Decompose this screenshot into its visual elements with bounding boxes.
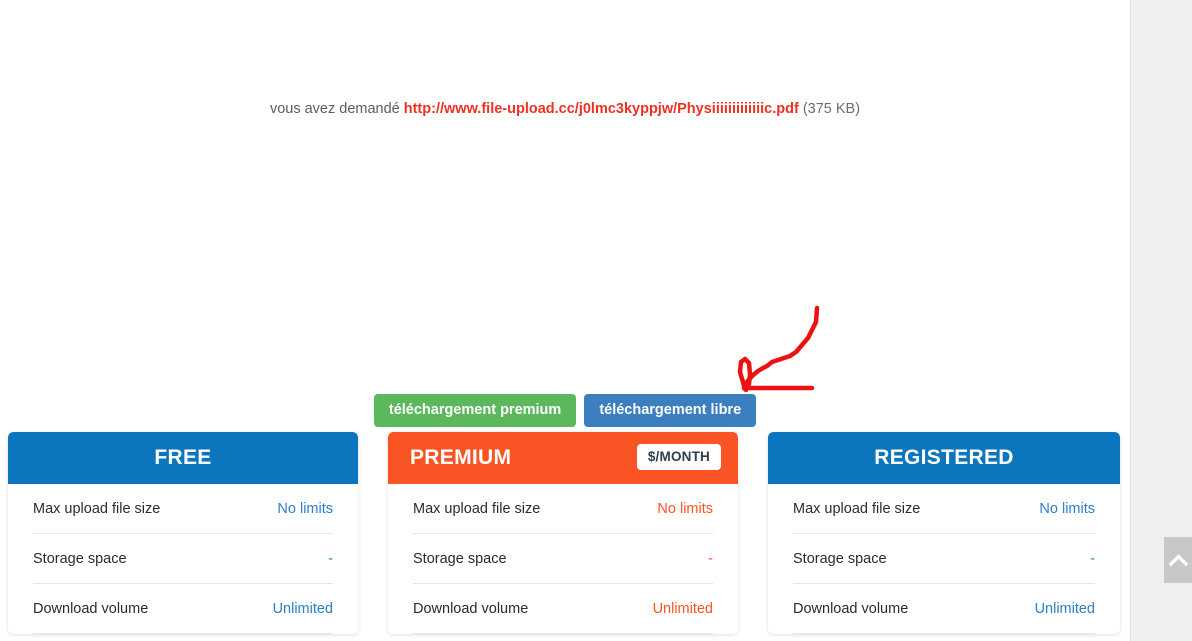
feature-row: Max upload file size No limits (793, 484, 1095, 534)
feature-value: Unlimited (272, 600, 333, 617)
feature-value: No limits (1039, 500, 1095, 517)
feature-label: Max upload file size (413, 500, 541, 517)
pricing-card-premium: PREMIUM $/MONTH Max upload file size No … (388, 432, 738, 634)
free-download-button[interactable]: téléchargement libre (584, 394, 757, 427)
feature-row: Download volume Unlimited (793, 584, 1095, 634)
pricing-card-free: FREE Max upload file size No limits Stor… (8, 432, 358, 634)
requested-file-line: vous avez demandé http://www.file-upload… (0, 101, 1130, 117)
feature-row: Download volume Unlimited (33, 584, 333, 634)
feature-value: Unlimited (1034, 600, 1095, 617)
feature-label: Storage space (413, 550, 507, 567)
card-header-free: FREE (8, 432, 358, 484)
feature-value: - (328, 550, 333, 567)
page-root: vous avez demandé http://www.file-upload… (0, 0, 1192, 641)
card-header-registered: REGISTERED (768, 432, 1120, 484)
requested-file-size: (375 KB) (798, 101, 861, 117)
feature-row: Max upload file size No limits (33, 484, 333, 534)
feature-value: - (708, 550, 713, 567)
pricing-cards: FREE Max upload file size No limits Stor… (8, 432, 1120, 641)
card-body-registered: Max upload file size No limits Storage s… (768, 484, 1120, 634)
feature-label: Download volume (413, 600, 529, 617)
feature-row: Storage space - (793, 534, 1095, 584)
feature-row: Storage space - (33, 534, 333, 584)
price-badge: $/MONTH (636, 444, 721, 470)
card-title-premium: PREMIUM (410, 446, 512, 469)
feature-label: Storage space (793, 550, 887, 567)
download-buttons: téléchargement premium téléchargement lib… (0, 394, 1130, 427)
card-title-registered: REGISTERED (874, 446, 1014, 469)
annotation-arrow-icon (737, 305, 820, 393)
feature-label: Download volume (33, 600, 149, 617)
scroll-to-top-button[interactable] (1164, 537, 1192, 583)
feature-value: - (1090, 550, 1095, 567)
feature-value: Unlimited (652, 600, 713, 617)
feature-row: Download volume Unlimited (413, 584, 713, 634)
page-content: vous avez demandé http://www.file-upload… (0, 0, 1130, 641)
pricing-card-registered: REGISTERED Max upload file size No limit… (768, 432, 1120, 634)
right-rail (1130, 0, 1192, 641)
feature-row: Max upload file size No limits (413, 484, 713, 534)
feature-value: No limits (657, 500, 713, 517)
feature-row: Storage space - (413, 534, 713, 584)
card-body-premium: Max upload file size No limits Storage s… (388, 484, 738, 634)
feature-label: Max upload file size (33, 500, 161, 517)
feature-label: Download volume (793, 600, 909, 617)
feature-value: No limits (277, 500, 333, 517)
request-label: vous avez demandé (269, 101, 404, 117)
feature-label: Max upload file size (793, 500, 921, 517)
card-title-free: FREE (154, 446, 212, 469)
premium-download-button[interactable]: téléchargement premium (373, 394, 577, 427)
feature-label: Storage space (33, 550, 127, 567)
card-header-premium: PREMIUM $/MONTH (388, 432, 738, 484)
card-body-free: Max upload file size No limits Storage s… (8, 484, 358, 634)
requested-file-link[interactable]: http://www.file-upload.cc/j0lmc3kyppjw/P… (404, 101, 799, 117)
